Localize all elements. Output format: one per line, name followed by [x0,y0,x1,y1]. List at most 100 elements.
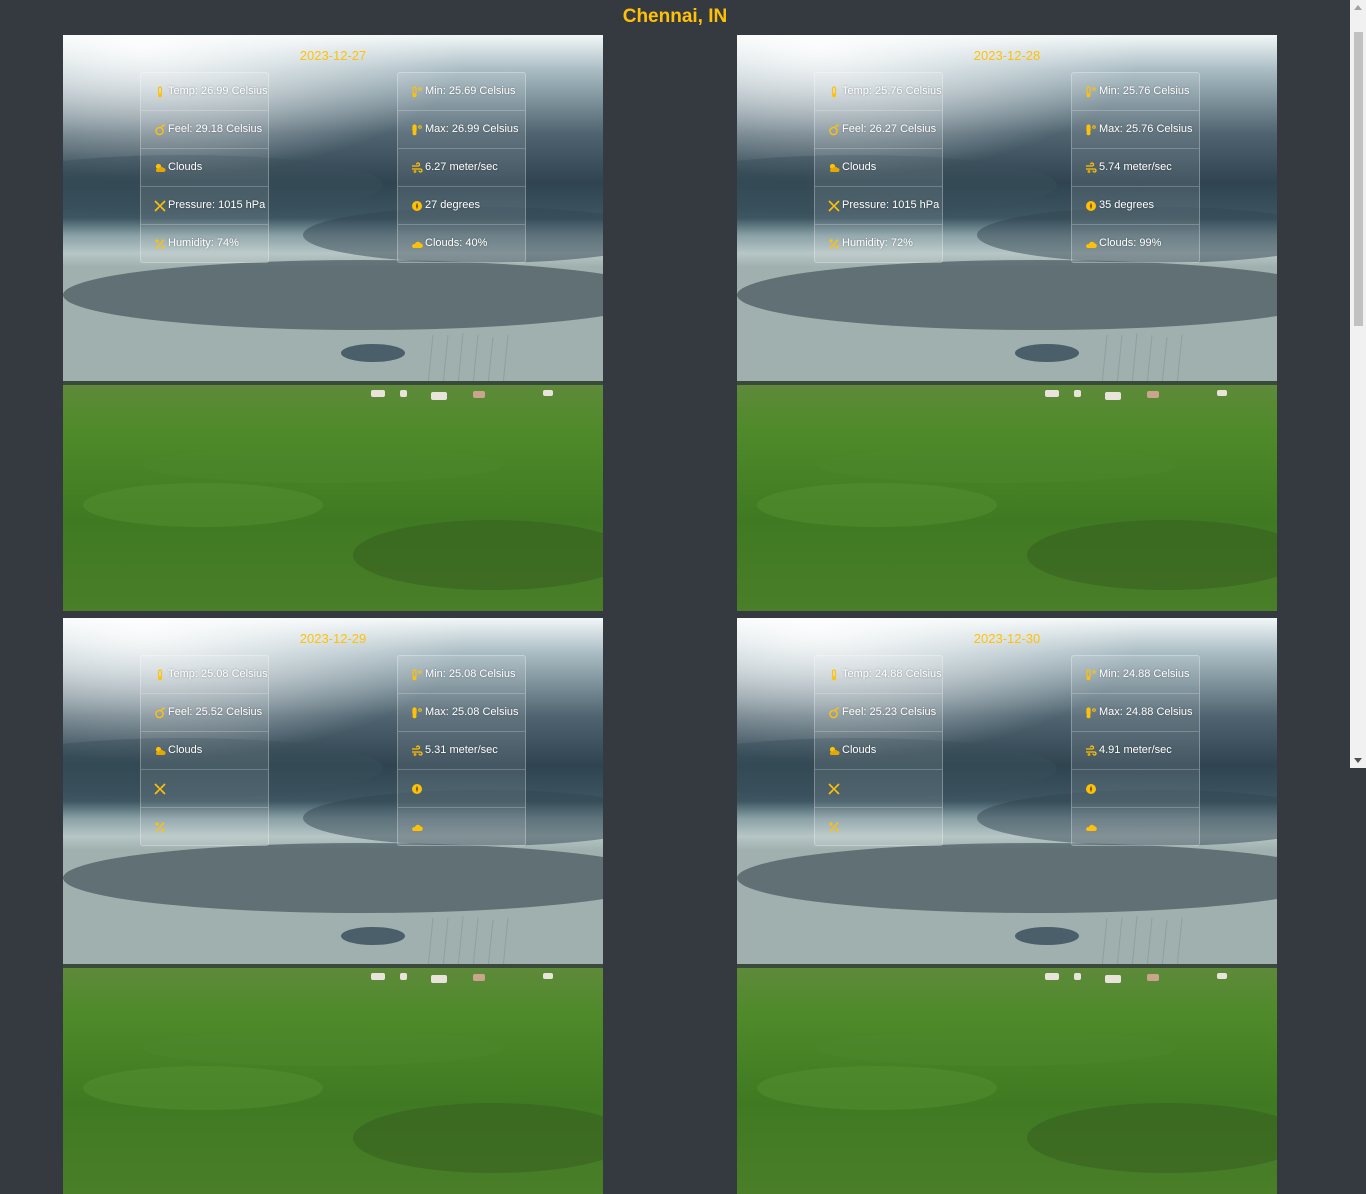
cloud-icon [1085,238,1097,250]
weather-detail-text: 5.74 meter/sec [1099,161,1172,173]
weather-detail-item: 5.74 meter/sec [1072,149,1199,187]
forecast-date: 2023-12-30 [973,631,1041,646]
weather-detail-text: Clouds [168,161,203,173]
cloud-icon [411,821,423,833]
cloud-sun-icon [828,162,840,174]
pressure-icon [154,782,166,795]
weather-detail-text: Temp: 26.99 Celsius [168,85,268,97]
weather-detail-text: Temp: 25.08 Celsius [168,668,268,680]
temp-min-icon [1085,668,1097,681]
weather-detail-text: Clouds [842,744,877,756]
weather-detail-text: Clouds [842,161,877,173]
cloud-sun-icon [154,162,166,174]
weather-detail-text: Feel: 25.23 Celsius [842,706,937,718]
weather-detail-item: 6.27 meter/sec [398,149,525,187]
pressure-icon [828,782,840,795]
wind-icon [411,744,423,757]
weather-detail-text: Clouds: 40% [425,237,488,249]
weather-detail-text: Temp: 25.76 Celsius [842,85,942,97]
temp-max-icon [411,123,423,136]
weather-detail-text: 35 degrees [1099,199,1155,211]
weather-detail-item [815,770,942,808]
feel-icon [154,123,166,136]
weather-detail-item [141,770,268,808]
percent-icon [828,238,840,250]
weather-detail-item: 5.31 meter/sec [398,732,525,770]
weather-detail-text: Min: 25.69 Celsius [425,85,516,97]
weather-detail-text: 27 degrees [425,199,481,211]
scroll-thumb[interactable] [1354,32,1363,326]
vertical-scrollbar[interactable] [1350,0,1366,768]
feel-icon [828,706,840,719]
weather-detail-text: Min: 24.88 Celsius [1099,668,1190,680]
weather-detail-item: Clouds [815,732,942,770]
weather-detail-text: Pressure: 1015 hPa [168,199,266,211]
temp-min-icon [411,668,423,681]
weather-details-right-column: Min: 25.69 Celsius Max: 26.99 Celsius 6.… [397,72,526,263]
weather-details-right-column: Min: 25.76 Celsius Max: 25.76 Celsius 5.… [1071,72,1200,263]
forecast-card: 2023-12-30 Temp: 24.88 Celsius Feel: 25.… [737,618,1277,1194]
wind-icon [411,161,423,174]
weather-detail-text: Humidity: 72% [842,237,913,249]
weather-detail-item: Clouds [141,149,268,187]
page-title: Chennai, IN [622,6,728,27]
weather-detail-text: Pressure: 1015 hPa [842,199,940,211]
compass-icon [411,200,423,212]
temp-max-icon [1085,123,1097,136]
weather-detail-item: Temp: 25.76 Celsius [815,73,942,111]
cloud-icon [1085,821,1097,833]
forecast-card: 2023-12-27 Temp: 26.99 Celsius Feel: 29.… [63,35,603,611]
weather-details-left-column: Temp: 25.08 Celsius Feel: 25.52 Celsius … [140,655,269,846]
compass-icon [411,783,423,795]
weather-detail-text: 5.31 meter/sec [425,744,498,756]
weather-detail-item [1072,808,1199,845]
weather-detail-item: Clouds [815,149,942,187]
weather-detail-text: Max: 25.08 Celsius [425,706,519,718]
scroll-down-arrow-icon[interactable] [1354,758,1362,763]
weather-detail-text: Min: 25.76 Celsius [1099,85,1190,97]
thermometer-icon [154,668,166,681]
compass-icon [1085,200,1097,212]
weather-detail-item [398,770,525,808]
weather-detail-item [815,808,942,845]
weather-detail-text: Max: 26.99 Celsius [425,123,519,135]
weather-detail-text: Feel: 25.52 Celsius [168,706,263,718]
weather-detail-item [398,808,525,845]
weather-detail-text: Max: 25.76 Celsius [1099,123,1193,135]
pressure-icon [828,199,840,212]
weather-detail-text: Clouds [168,744,203,756]
cloud-icon [411,238,423,250]
weather-detail-item: Clouds [141,732,268,770]
weather-detail-text: Clouds: 99% [1099,237,1162,249]
weather-detail-item: Clouds: 40% [398,225,525,262]
weather-details-left-column: Temp: 26.99 Celsius Feel: 29.18 Celsius … [140,72,269,263]
weather-detail-item: 27 degrees [398,187,525,225]
percent-icon [154,821,166,833]
weather-detail-text: 4.91 meter/sec [1099,744,1172,756]
weather-detail-item: Humidity: 74% [141,225,268,262]
weather-detail-item: Pressure: 1015 hPa [815,187,942,225]
weather-detail-item: Humidity: 72% [815,225,942,262]
weather-detail-item: Clouds: 99% [1072,225,1199,262]
weather-detail-item: 4.91 meter/sec [1072,732,1199,770]
forecast-card: 2023-12-29 Temp: 25.08 Celsius Feel: 25.… [63,618,603,1194]
forecast-card: 2023-12-28 Temp: 25.76 Celsius Feel: 26.… [737,35,1277,611]
weather-detail-item: Min: 25.69 Celsius [398,73,525,111]
forecast-date: 2023-12-27 [299,48,367,63]
feel-icon [828,123,840,136]
wind-icon [1085,161,1097,174]
cloud-sun-icon [154,745,166,757]
weather-detail-item: Max: 24.88 Celsius [1072,694,1199,732]
weather-detail-text: 6.27 meter/sec [425,161,498,173]
pressure-icon [154,199,166,212]
scroll-up-arrow-icon[interactable] [1354,5,1362,10]
weather-details-right-column: Min: 24.88 Celsius Max: 24.88 Celsius 4.… [1071,655,1200,846]
forecast-date: 2023-12-28 [973,48,1041,63]
weather-detail-item: Temp: 26.99 Celsius [141,73,268,111]
thermometer-icon [828,668,840,681]
weather-detail-item [141,808,268,845]
weather-detail-text: Max: 24.88 Celsius [1099,706,1193,718]
percent-icon [828,821,840,833]
weather-detail-item: Temp: 24.88 Celsius [815,656,942,694]
weather-detail-item: Min: 25.76 Celsius [1072,73,1199,111]
